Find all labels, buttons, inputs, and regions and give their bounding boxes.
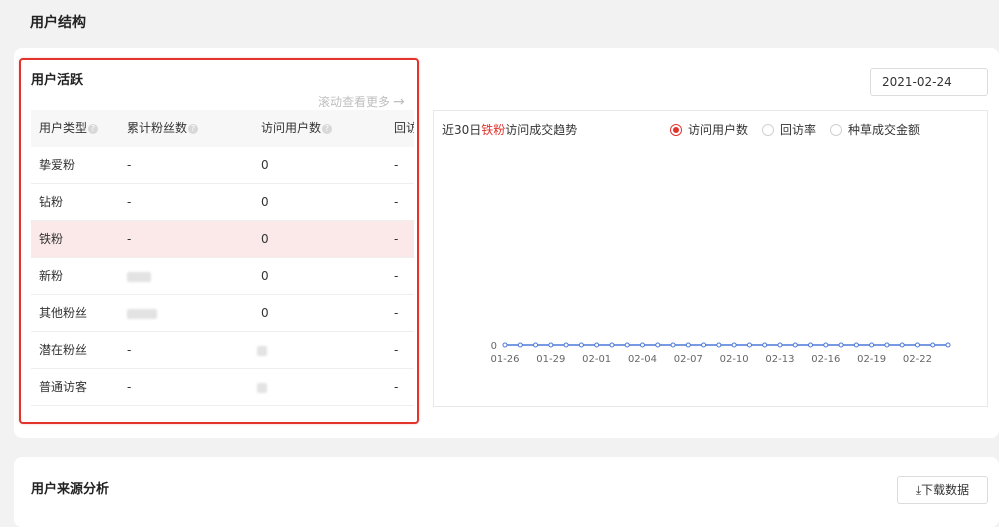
data-point — [701, 342, 707, 348]
data-point — [823, 342, 829, 348]
radio-revisit-rate[interactable]: 回访率 — [762, 121, 816, 138]
radio-visitors[interactable]: 访问用户数 — [670, 121, 748, 138]
download-data-button[interactable]: ⤓下载数据 — [897, 476, 988, 504]
data-point — [716, 342, 722, 348]
x-tick-label: 02-10 — [720, 354, 749, 365]
y-tick-label: 0 — [491, 341, 497, 352]
data-point — [731, 342, 737, 348]
data-point — [762, 342, 768, 348]
x-tick-label: 02-19 — [857, 354, 886, 365]
date-picker[interactable]: 2021-02-24 — [870, 68, 988, 96]
data-point — [655, 342, 661, 348]
data-point — [792, 342, 798, 348]
user-source-title: 用户来源分析 — [31, 482, 110, 497]
data-point — [594, 342, 600, 348]
radio-icon[interactable] — [762, 123, 775, 136]
data-point — [884, 342, 890, 348]
metric-radio-group: 访问用户数 回访率 种草成交金额 — [670, 121, 920, 138]
data-point — [578, 342, 584, 348]
data-point — [777, 342, 783, 348]
data-point — [548, 342, 554, 348]
redacted-area — [760, 462, 880, 507]
page-title: 用户结构 — [30, 15, 86, 31]
data-point — [685, 342, 691, 348]
annotation-highlight-box — [19, 58, 419, 424]
radio-selected-icon[interactable] — [670, 123, 682, 136]
x-tick-label: 02-04 — [628, 354, 657, 365]
data-point — [502, 342, 508, 348]
fan-type-highlight: 铁粉 — [481, 123, 506, 137]
x-tick-label: 02-07 — [674, 354, 703, 365]
data-point — [869, 342, 875, 348]
data-point — [639, 342, 645, 348]
data-point — [838, 342, 844, 348]
trend-line-chart: 0 01-26 01-29 02-01 02-04 02-07 02-10 02-13 02-1… — [490, 341, 951, 365]
x-tick-label: 01-29 — [536, 354, 565, 365]
data-point — [914, 342, 920, 348]
data-point — [609, 342, 615, 348]
x-tick-label: 02-16 — [811, 354, 840, 365]
data-point — [563, 342, 569, 348]
data-point — [899, 342, 905, 348]
data-point — [808, 342, 814, 348]
data-point — [945, 342, 951, 348]
data-point — [670, 342, 676, 348]
trend-chart-title: 近30日铁粉访问成交趋势 — [442, 123, 578, 137]
data-point — [746, 342, 752, 348]
x-tick-label: 02-01 — [582, 354, 611, 365]
x-tick-label: 02-13 — [765, 354, 794, 365]
x-tick-label: 01-26 — [490, 354, 519, 365]
data-point — [930, 342, 936, 348]
radio-icon[interactable] — [830, 123, 843, 136]
radio-seeding-gmv[interactable]: 种草成交金额 — [830, 121, 920, 138]
data-point — [624, 342, 630, 348]
data-point — [533, 342, 539, 348]
data-point — [853, 342, 859, 348]
data-point — [517, 342, 523, 348]
x-tick-label: 02-22 — [903, 354, 932, 365]
